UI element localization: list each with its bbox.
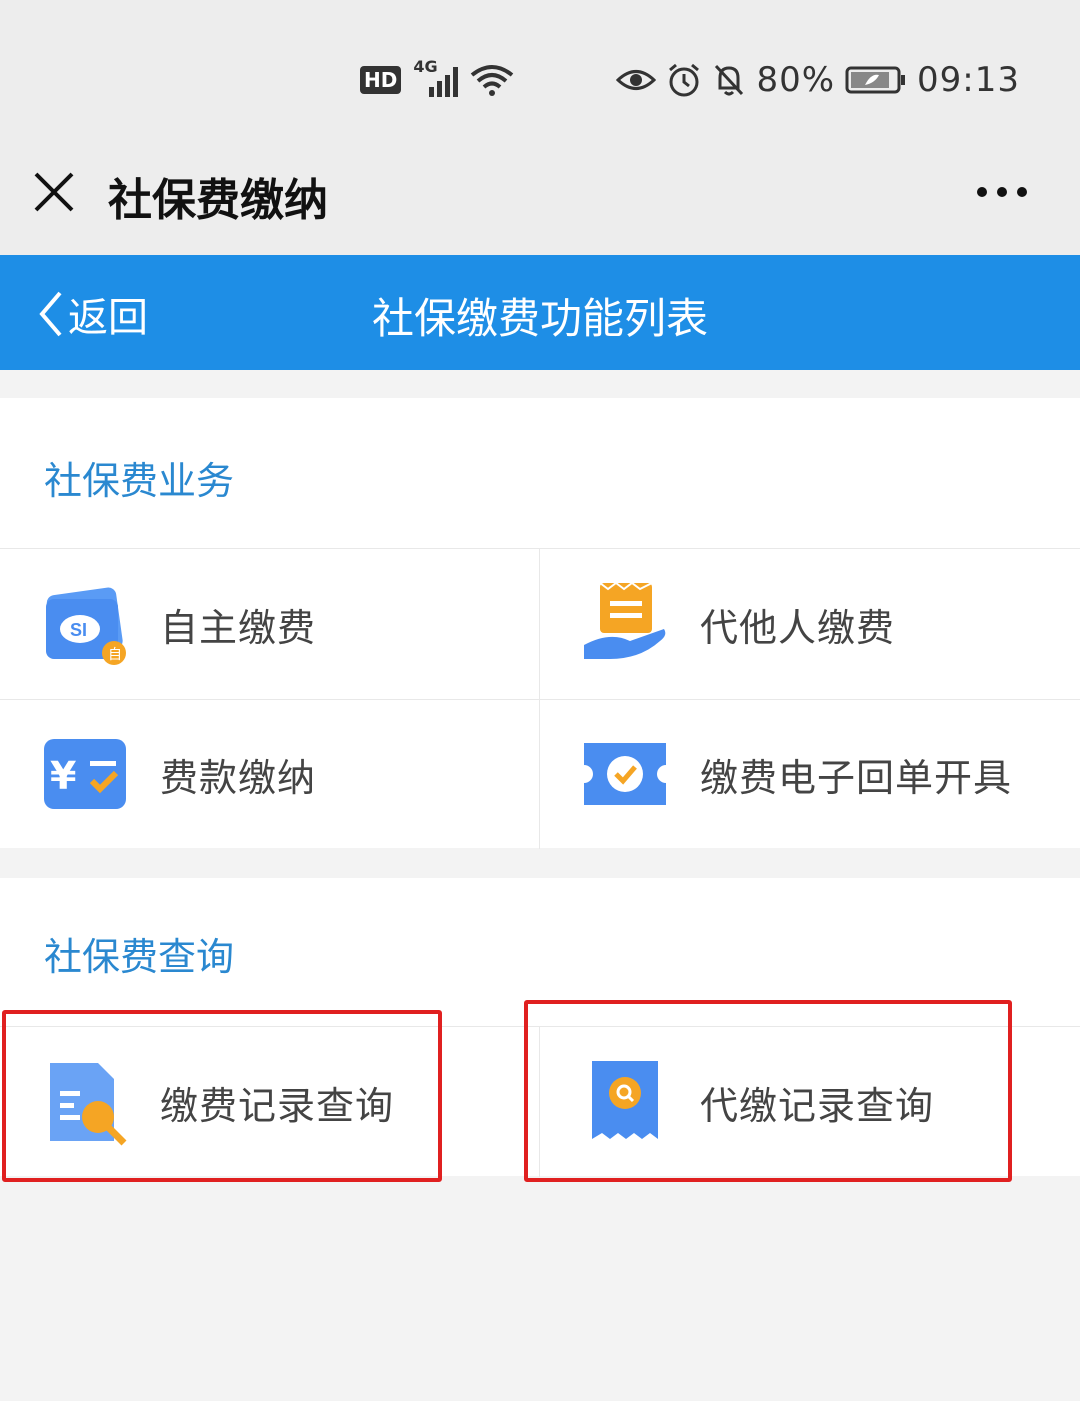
nav-title: 社保缴费功能列表	[371, 294, 708, 343]
bell-off-icon	[715, 64, 744, 96]
status-left-icons: HD 4G	[360, 56, 514, 104]
network-type: 4G	[413, 57, 438, 76]
svg-text:SI: SI	[70, 620, 87, 640]
hand-receipt-icon	[584, 581, 666, 659]
business-grid: SI 自 自主缴费 代他人缴费 ¥ 费款缴纳 缴费电子回单开具	[0, 548, 1080, 849]
status-right-icons: 80% 09:13	[616, 56, 1020, 104]
highlight-box-right	[524, 1000, 1012, 1182]
more-icon[interactable]	[974, 170, 1030, 214]
grid-item-pay-for-others[interactable]: 代他人缴费	[540, 549, 1080, 699]
grid-item-e-receipt[interactable]: 缴费电子回单开具	[540, 699, 1080, 849]
grid-item-label: 费款缴纳	[160, 755, 317, 800]
grid-item-label: 代他人缴费	[700, 605, 896, 650]
grid-item-label: 缴费电子回单开具	[700, 755, 1013, 800]
section-title: 社保费业务	[44, 459, 235, 503]
page-title: 社保费缴纳	[108, 175, 328, 226]
grid-item-fee-payment[interactable]: ¥ 费款缴纳	[0, 699, 540, 849]
status-bar: HD 4G 80% 09:13	[0, 0, 1080, 160]
si-card-icon: SI 自	[46, 587, 126, 665]
svg-text:自: 自	[108, 647, 122, 663]
section-title: 社保费查询	[44, 935, 235, 979]
hd-badge: HD	[360, 66, 402, 94]
highlight-box-left	[2, 1010, 442, 1182]
eye-icon	[616, 70, 657, 90]
battery-icon	[845, 66, 906, 94]
signal-icon: 4G	[413, 57, 459, 97]
battery-percent: 80%	[756, 60, 836, 100]
yuan-check-icon: ¥	[44, 739, 126, 809]
nav-bar: 返回 社保缴费功能列表	[0, 255, 1080, 370]
grid-item-self-payment[interactable]: SI 自 自主缴费	[0, 549, 540, 699]
alarm-icon	[669, 63, 700, 97]
clock: 09:13	[917, 60, 1020, 100]
wifi-icon	[471, 65, 514, 96]
close-icon[interactable]	[30, 168, 78, 216]
grid-item-label: 自主缴费	[160, 605, 317, 650]
svg-text:¥: ¥	[50, 754, 76, 798]
ticket-check-icon	[584, 743, 666, 805]
section-business: 社保费业务 SI 自 自主缴费 代他人缴费 ¥ 费款缴纳 缴费电子回单开具	[0, 398, 1080, 849]
title-bar: 社保费缴纳	[0, 140, 1080, 255]
